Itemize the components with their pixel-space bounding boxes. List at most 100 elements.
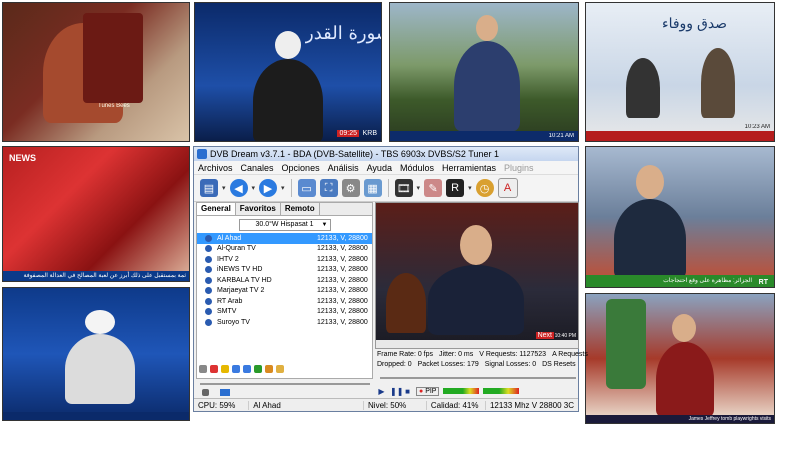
forward-icon[interactable]: ▶ — [259, 179, 278, 197]
speaker-icon[interactable] — [202, 389, 209, 396]
pip-label: PIP — [425, 387, 437, 395]
chevron-down-icon: ▼ — [321, 222, 328, 228]
channel-frequency: 12133, V, 28800 — [317, 297, 368, 305]
satellite-dish-icon — [205, 255, 212, 263]
channel-row[interactable]: Al Ahad 12133, V, 28800 — [197, 233, 372, 244]
singer-head — [672, 314, 696, 342]
reporter-head — [636, 165, 664, 199]
video-tile-7: الجزائر: مظاهرة على وقع احتجاجات RT — [585, 146, 775, 288]
video-tile-5: NEWS ثمة بمستقبل على ذلك أبرز عن لعبة ال… — [2, 146, 190, 282]
record-dot-icon: ● — [419, 387, 424, 395]
capture-icon[interactable]: ✎ — [424, 179, 443, 197]
audio-track-icon[interactable] — [220, 389, 230, 396]
channel-row[interactable]: KARBALA TV HD 12133, V, 28800 — [197, 275, 372, 286]
minus-icon[interactable] — [199, 365, 207, 373]
channel-row[interactable]: Al-Quran TV 12133, V, 28800 — [197, 244, 372, 255]
satellite-select-value: 30.0°W Hispasat 1 — [255, 221, 314, 228]
main-toolbar: ▤ ▾ ◀ ▾ ▶ ▾ ▭ ⛶ ⚙ ▦ 🎞 ▾ ✎ R ▾ ◷ A — [194, 175, 578, 202]
video-preview[interactable]: Next 10:40 PM — [375, 202, 579, 349]
status-tuning: 12133 Mhz V 28800 3C — [489, 400, 574, 410]
singer-body — [656, 342, 714, 417]
seek-slider[interactable] — [380, 377, 576, 379]
satellite-select[interactable]: 30.0°W Hispasat 1 ▼ — [238, 219, 331, 231]
arrow-up-icon[interactable] — [243, 365, 251, 373]
satellite-dish-icon — [205, 287, 212, 295]
menu-archivos[interactable]: Archivos — [198, 163, 233, 173]
dropdown-arrow-icon[interactable]: ▾ — [417, 184, 421, 192]
presenter-head — [476, 15, 498, 41]
pause-icon[interactable]: ❚❚ — [390, 387, 403, 396]
tile-ticker — [3, 412, 189, 420]
dropdown-arrow-icon[interactable]: ▾ — [252, 184, 256, 192]
menu-opciones[interactable]: Opciones — [282, 163, 320, 173]
tab-general[interactable]: General — [197, 203, 236, 215]
dropdown-arrow-icon[interactable]: ▾ — [222, 184, 226, 192]
guest-left — [626, 58, 660, 118]
folder-icon[interactable] — [276, 365, 284, 373]
record-film-icon[interactable]: 🎞 — [394, 179, 413, 197]
menu-analisis[interactable]: Análisis — [328, 163, 359, 173]
menu-canales[interactable]: Canales — [241, 163, 274, 173]
channel-badge: KRB — [362, 130, 377, 137]
dropdown-arrow-icon[interactable]: ▾ — [281, 184, 285, 192]
channel-name: Suroyo TV — [217, 318, 250, 326]
channel-row[interactable]: SMTV 12133, V, 28800 — [197, 307, 372, 318]
guest-right — [701, 48, 735, 118]
satellite-dish-icon — [205, 308, 212, 316]
channel-list-icon[interactable]: ▤ — [200, 179, 218, 197]
speaker-body — [253, 59, 323, 141]
channel-row[interactable]: IHTV 2 12133, V, 28800 — [197, 254, 372, 265]
channel-row[interactable]: Marjaeyat TV 2 12133, V, 28800 — [197, 286, 372, 297]
settings-gear-icon[interactable]: ⚙ — [341, 179, 360, 197]
next-time: 10:40 PM — [554, 333, 576, 339]
menu-modulos[interactable]: Módulos — [400, 163, 434, 173]
arrow-down-icon[interactable] — [232, 365, 240, 373]
ratio-icon[interactable]: A — [497, 178, 518, 198]
channel-row[interactable]: RT Arab 12133, V, 28800 — [197, 296, 372, 307]
channel-row[interactable]: iNEWS TV HD 12133, V, 28800 — [197, 265, 372, 276]
volume-slider[interactable] — [200, 383, 370, 385]
channel-name: Al-Quran TV — [217, 245, 256, 253]
channel-frequency: 12133, V, 28800 — [317, 308, 368, 316]
menu-plugins[interactable]: Plugins — [504, 163, 534, 173]
tile-ticker: James Jeffrey tomb playwrights visits — [586, 415, 774, 423]
cleric-turban — [85, 310, 115, 334]
satellite-dish-icon — [205, 234, 212, 242]
jitter: Jitter: 0 ms — [439, 351, 474, 358]
epg-icon[interactable]: ▦ — [363, 179, 382, 197]
frame-rate: Frame Rate: 0 fps — [377, 351, 434, 358]
toolbar-separator — [290, 179, 292, 197]
video-ticker — [376, 340, 578, 348]
sort-icon[interactable] — [254, 365, 262, 373]
tab-remoto[interactable]: Remoto — [281, 203, 320, 215]
teletext-icon[interactable]: R — [446, 179, 465, 197]
status-level: Nivel: 50% — [364, 400, 427, 410]
dvb-dream-window: DVB Dream v3.7.1 - BDA (DVB-Satellite) -… — [193, 146, 588, 412]
scan-icon[interactable] — [210, 365, 218, 373]
speaker-head — [275, 31, 301, 59]
stop-icon[interactable]: ■ — [403, 387, 412, 396]
next-label: Next — [535, 332, 554, 339]
pip-button[interactable]: ● PIP — [416, 386, 440, 396]
channel-logo: NEWS — [9, 153, 36, 163]
tab-favoritos[interactable]: Favoritos — [236, 203, 281, 215]
window-title: DVB Dream v3.7.1 - BDA (DVB-Satellite) -… — [210, 149, 499, 159]
back-icon[interactable]: ◀ — [229, 179, 248, 197]
dropdown-arrow-icon[interactable]: ▾ — [468, 184, 472, 192]
signal-level-meter — [483, 388, 520, 394]
channel-logo: RT — [756, 279, 770, 286]
scheduler-clock-icon[interactable]: ◷ — [475, 179, 494, 197]
star-icon[interactable] — [221, 365, 229, 373]
channel-frequency: 12133, V, 28800 — [317, 255, 368, 263]
monitor-icon[interactable]: ▭ — [297, 179, 316, 197]
anchor-head — [460, 225, 492, 265]
channel-name: iNEWS TV HD — [217, 266, 263, 274]
menu-herramientas[interactable]: Herramientas — [442, 163, 496, 173]
fullscreen-icon[interactable]: ⛶ — [319, 179, 338, 197]
tile-caption: Tunes Bees — [98, 103, 130, 109]
edit-icon[interactable] — [265, 365, 273, 373]
play-icon[interactable]: ▶ — [377, 387, 386, 396]
channel-row[interactable]: Suroyo TV 12133, V, 28800 — [197, 317, 372, 328]
menu-ayuda[interactable]: Ayuda — [367, 163, 392, 173]
window-titlebar[interactable]: DVB Dream v3.7.1 - BDA (DVB-Satellite) -… — [194, 147, 578, 161]
